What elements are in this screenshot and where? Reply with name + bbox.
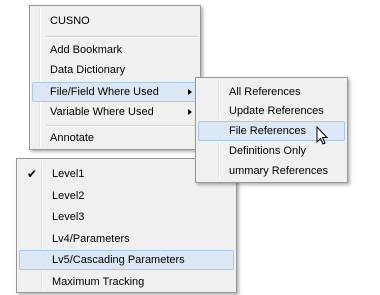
menu-item-cusno[interactable]: CUSNO (32, 11, 198, 31)
menu-item-label: Level3 (52, 211, 85, 223)
menu-item-add-bookmark[interactable]: Add Bookmark (32, 40, 198, 60)
menu-item-lv4-parameters[interactable]: Lv4/Parameters (19, 229, 234, 249)
mouse-pointer-icon (316, 126, 329, 145)
checkmark-icon: ✔ (27, 167, 38, 181)
menu-item-file-field-where-used[interactable]: File/Field Where Used (32, 82, 198, 102)
menu-item-label: CUSNO (50, 15, 90, 27)
menu-item-label: Data Dictionary (50, 64, 126, 76)
menu-item-label: Variable Where Used (50, 106, 154, 118)
menu-item-label: Level1 (52, 168, 85, 180)
submenu-arrow-icon (188, 89, 192, 95)
menu-item-maximum-tracking[interactable]: Maximum Tracking (19, 272, 234, 292)
menu-item-level3[interactable]: Level3 (19, 207, 234, 227)
menu-item-lv5-cascading-parameters[interactable]: Lv5/Cascading Parameters (19, 250, 234, 270)
menu-item-label: Lv4/Parameters (52, 233, 130, 245)
submenu-item-label: File References (229, 125, 307, 137)
submenu-item-label: ummary References (229, 165, 329, 177)
menu-item-label: Maximum Tracking (52, 276, 145, 288)
menu-separator (46, 36, 198, 38)
submenu-arrow-icon (188, 109, 192, 115)
menu-item-label: Level2 (52, 190, 85, 202)
menu-item-label: Add Bookmark (50, 44, 123, 56)
menu-item-level2[interactable]: Level2 (19, 186, 234, 206)
submenu-item-summary-references[interactable]: ummary References (198, 161, 345, 181)
menu-item-annotate[interactable]: Annotate (32, 128, 198, 148)
menu-item-label: File/Field Where Used (50, 86, 159, 98)
menu-item-variable-where-used[interactable]: Variable Where Used (32, 102, 198, 122)
submenu-item-all-references[interactable]: All References (198, 82, 345, 102)
menu-item-label: Annotate (50, 132, 95, 144)
submenu-item-label: Definitions Only (229, 145, 307, 157)
menu-item-data-dictionary[interactable]: Data Dictionary (32, 60, 198, 80)
menu-item-label: Lv5/Cascading Parameters (52, 254, 185, 266)
submenu-item-update-references[interactable]: Update References (198, 101, 345, 121)
menu-separator (46, 125, 198, 127)
top-edge-strip (0, 0, 380, 4)
submenu-item-label: Update References (229, 105, 324, 117)
submenu-item-label: All References (229, 86, 301, 98)
context-menu: CUSNO Add Bookmark Data Dictionary File/… (29, 5, 201, 150)
